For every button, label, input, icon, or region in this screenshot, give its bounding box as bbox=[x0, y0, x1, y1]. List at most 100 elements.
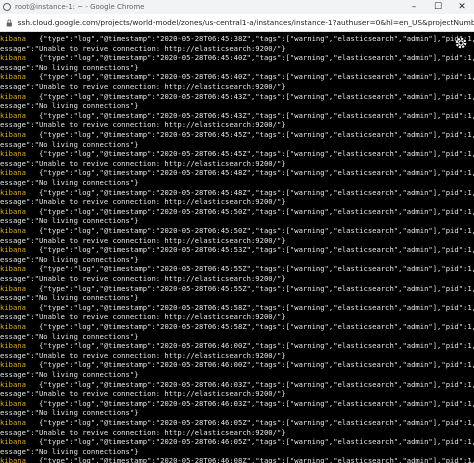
log-text: {"type":"log","@timestamp":"2020-05-28T0… bbox=[25, 437, 474, 447]
service-tag: kibana bbox=[0, 226, 26, 235]
log-text: {"type":"log","@timestamp":"2020-05-28T0… bbox=[25, 187, 474, 197]
log-line: kibana {"type":"log","@timestamp":"2020-… bbox=[0, 341, 474, 350]
title-bar: root@instance-1: ~ - Google Chrome – ☐ ✕ bbox=[0, 0, 474, 14]
log-text: {"type":"log","@timestamp":"2020-05-28T0… bbox=[25, 206, 474, 216]
url-text[interactable]: ssh.cloud.google.com/projects/world-mode… bbox=[18, 18, 474, 27]
message-line: essage":"No living connections"} bbox=[0, 370, 139, 379]
message-line: essage":"Unable to revive connection: ht… bbox=[0, 427, 286, 437]
message-line: essage":"No living connections"} bbox=[0, 293, 139, 303]
log-text: {"type":"log","@timestamp":"2020-05-28T0… bbox=[25, 341, 474, 351]
message-line: essage":"No living connections"} bbox=[0, 216, 139, 226]
log-text: {"type":"log","@timestamp":"2020-05-28T0… bbox=[25, 245, 474, 255]
lock-icon bbox=[6, 19, 12, 26]
log-text: {"type":"log","@timestamp":"2020-05-28T0… bbox=[25, 418, 474, 427]
service-tag: kibana bbox=[0, 322, 26, 331]
service-tag: kibana bbox=[0, 360, 26, 370]
service-tag: kibana bbox=[0, 379, 26, 389]
service-tag: kibana bbox=[0, 398, 26, 408]
log-text: {"type":"log","@timestamp":"2020-05-28T0… bbox=[25, 91, 474, 101]
message-line: essage":"Unable to revive connection: ht… bbox=[0, 389, 286, 399]
message-line: essage":"Unable to revive connection: ht… bbox=[0, 235, 286, 245]
service-tag: kibana bbox=[0, 110, 26, 120]
service-tag: kibana bbox=[0, 264, 26, 274]
log-text: {"type":"log","@timestamp":"2020-05-28T0… bbox=[25, 283, 474, 293]
service-tag: kibana bbox=[0, 34, 26, 43]
message-line: essage":"Unable to revive connection: ht… bbox=[0, 158, 286, 168]
message-line: essage":"No living connections"} bbox=[0, 101, 139, 111]
service-tag: kibana bbox=[0, 418, 26, 427]
log-line: kibana {"type":"log","@timestamp":"2020-… bbox=[0, 264, 474, 273]
log-line: kibana {"type":"log","@timestamp":"2020-… bbox=[0, 245, 474, 254]
log-line: kibana {"type":"log","@timestamp":"2020-… bbox=[0, 322, 474, 331]
service-tag: kibana bbox=[0, 91, 26, 101]
log-text: {"type":"log","@timestamp":"2020-05-28T0… bbox=[25, 110, 474, 120]
terminal-app-icon bbox=[3, 3, 11, 11]
service-tag: kibana bbox=[0, 130, 26, 139]
message-line: essage":"No living connections"} bbox=[0, 446, 139, 456]
log-line: kibana {"type":"log","@timestamp":"2020-… bbox=[0, 72, 474, 81]
service-tag: kibana bbox=[0, 341, 26, 351]
service-tag: kibana bbox=[0, 149, 26, 159]
gear-icon[interactable] bbox=[454, 36, 468, 50]
log-line: kibana {"type":"log","@timestamp":"2020-… bbox=[0, 34, 474, 43]
log-text: {"type":"log","@timestamp":"2020-05-28T0… bbox=[25, 130, 474, 139]
log-line: kibana {"type":"log","@timestamp":"2020-… bbox=[0, 111, 474, 120]
message-line: essage":"Unable to revive connection: ht… bbox=[0, 197, 286, 207]
close-button[interactable]: ✕ bbox=[450, 0, 474, 14]
service-tag: kibana bbox=[0, 437, 26, 447]
terminal-output[interactable]: kibana {"type":"log","@timestamp":"2020-… bbox=[0, 32, 474, 463]
log-line: kibana {"type":"log","@timestamp":"2020-… bbox=[0, 188, 474, 197]
message-line: essage":"Unable to revive connection: ht… bbox=[0, 120, 286, 130]
service-tag: kibana bbox=[0, 245, 26, 255]
log-text: {"type":"log","@timestamp":"2020-05-28T0… bbox=[25, 34, 474, 43]
message-line: essage":"Unable to revive connection: ht… bbox=[0, 312, 286, 322]
service-tag: kibana bbox=[0, 187, 26, 197]
log-line: kibana {"type":"log","@timestamp":"2020-… bbox=[0, 284, 474, 293]
service-tag: kibana bbox=[0, 456, 26, 463]
browser-window: root@instance-1: ~ - Google Chrome – ☐ ✕… bbox=[0, 0, 474, 463]
log-text: {"type":"log","@timestamp":"2020-05-28T0… bbox=[25, 302, 474, 312]
service-tag: kibana bbox=[0, 302, 26, 312]
window-title: root@instance-1: ~ - Google Chrome bbox=[15, 3, 145, 11]
message-line: essage":"No living connections"} bbox=[0, 408, 139, 418]
service-tag: kibana bbox=[0, 72, 26, 82]
maximize-button[interactable]: ☐ bbox=[426, 0, 450, 14]
log-text: {"type":"log","@timestamp":"2020-05-28T0… bbox=[25, 398, 474, 408]
message-line: essage":"Unable to revive connection: ht… bbox=[0, 350, 286, 360]
log-line: kibana {"type":"log","@timestamp":"2020-… bbox=[0, 303, 474, 312]
log-line: kibana {"type":"log","@timestamp":"2020-… bbox=[0, 149, 474, 158]
log-text: {"type":"log","@timestamp":"2020-05-28T0… bbox=[25, 149, 474, 159]
address-bar[interactable]: ssh.cloud.google.com/projects/world-mode… bbox=[0, 14, 474, 32]
message-line: essage":"No living connections"} bbox=[0, 62, 139, 72]
log-text: {"type":"log","@timestamp":"2020-05-28T0… bbox=[25, 456, 474, 463]
log-line: kibana {"type":"log","@timestamp":"2020-… bbox=[0, 418, 474, 427]
log-text: {"type":"log","@timestamp":"2020-05-28T0… bbox=[25, 72, 474, 82]
message-line: essage":"Unable to revive connection: ht… bbox=[0, 274, 286, 283]
log-text: {"type":"log","@timestamp":"2020-05-28T0… bbox=[25, 168, 474, 178]
log-line: kibana {"type":"log","@timestamp":"2020-… bbox=[0, 437, 474, 446]
log-text: {"type":"log","@timestamp":"2020-05-28T0… bbox=[25, 379, 474, 389]
service-tag: kibana bbox=[0, 283, 26, 293]
window-controls: – ☐ ✕ bbox=[402, 0, 474, 14]
service-tag: kibana bbox=[0, 53, 26, 63]
log-line: kibana {"type":"log","@timestamp":"2020-… bbox=[0, 399, 474, 408]
log-line: kibana {"type":"log","@timestamp":"2020-… bbox=[0, 226, 474, 235]
message-line: essage":"Unable to revive connection: ht… bbox=[0, 43, 286, 53]
service-tag: kibana bbox=[0, 168, 26, 178]
service-tag: kibana bbox=[0, 206, 26, 216]
log-line: kibana {"type":"log","@timestamp":"2020-… bbox=[0, 168, 474, 177]
log-line: kibana {"type":"log","@timestamp":"2020-… bbox=[0, 92, 474, 101]
log-line: kibana {"type":"log","@timestamp":"2020-… bbox=[0, 207, 474, 216]
minimize-button[interactable]: – bbox=[402, 0, 426, 14]
log-text: {"type":"log","@timestamp":"2020-05-28T0… bbox=[25, 226, 474, 235]
message-line: essage":"No living connections"} bbox=[0, 254, 139, 264]
message-line: essage":"No living connections"} bbox=[0, 331, 139, 341]
message-line: essage":"No living connections"} bbox=[0, 178, 139, 187]
log-line: kibana {"type":"log","@timestamp":"2020-… bbox=[0, 53, 474, 62]
message-line: essage":"Unable to revive connection: ht… bbox=[0, 82, 286, 91]
log-text: {"type":"log","@timestamp":"2020-05-28T0… bbox=[25, 322, 474, 331]
log-text: {"type":"log","@timestamp":"2020-05-28T0… bbox=[25, 360, 474, 370]
message-line: essage":"No living connections"} bbox=[0, 139, 139, 149]
log-text: {"type":"log","@timestamp":"2020-05-28T0… bbox=[25, 264, 474, 274]
log-line: kibana {"type":"log","@timestamp":"2020-… bbox=[0, 360, 474, 369]
